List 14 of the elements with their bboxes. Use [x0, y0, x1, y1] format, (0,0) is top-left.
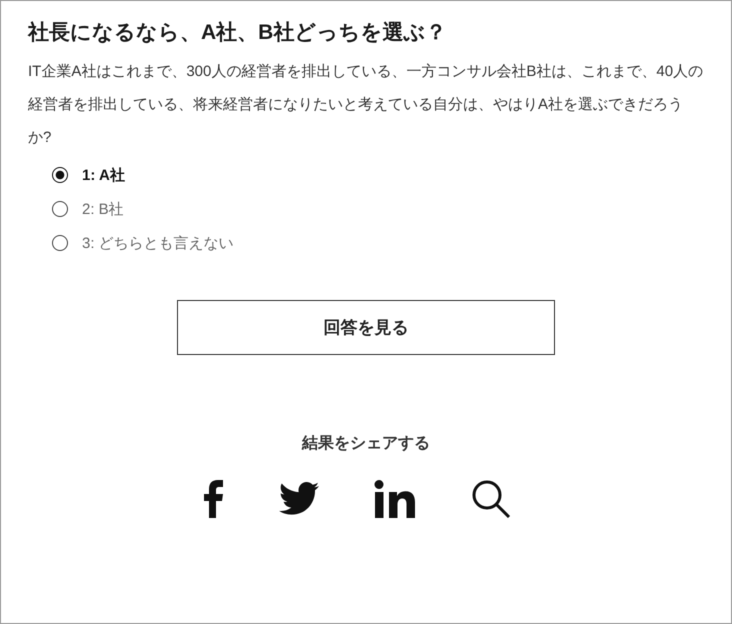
answer-option[interactable]: 2: B社	[52, 192, 704, 226]
question-title: 社長になるなら、A社、B社どっちを選ぶ？	[28, 20, 448, 46]
show-answer-button[interactable]: 回答を見る	[177, 300, 555, 355]
letters-in-icon[interactable]	[374, 480, 416, 518]
radio-button[interactable]	[52, 235, 68, 251]
bird-icon[interactable]	[278, 482, 318, 516]
search-icon[interactable]	[470, 480, 510, 518]
radio-button[interactable]	[52, 201, 68, 217]
answer-option[interactable]: 3: どちらとも言えない	[52, 226, 704, 260]
radio-button[interactable]	[52, 167, 68, 183]
question-text: IT企業A社はこれまで、300人の経営者を排出している、一方コンサル会社B社は、これまで、40人の経営者を排出している、将来経営者になりたいと考えている自分は、やはりA社を選ぶできだろうか?	[28, 62, 704, 148]
share-label: 結果をシェアする	[302, 434, 430, 454]
answer-option[interactable]: 1: A社	[52, 158, 704, 192]
letter-f-icon[interactable]	[202, 480, 224, 518]
